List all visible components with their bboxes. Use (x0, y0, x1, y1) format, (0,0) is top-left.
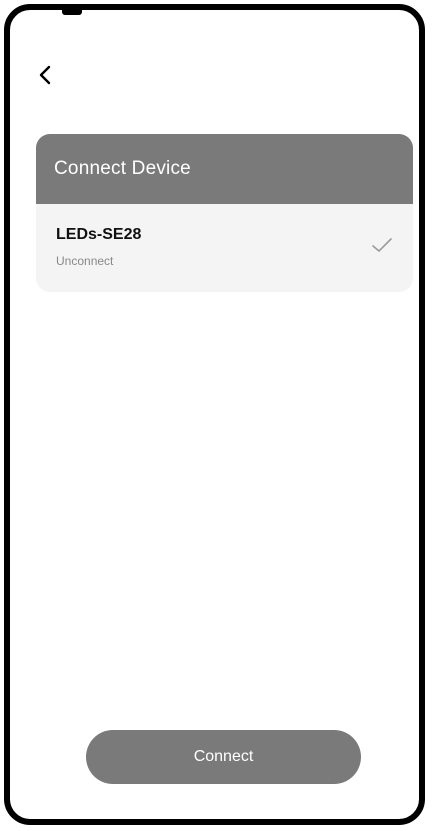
card-header: Connect Device (36, 134, 413, 204)
back-button[interactable] (32, 62, 58, 88)
connect-button[interactable]: Connect (86, 730, 361, 784)
connect-device-card: Connect Device LEDs-SE28 Unconnect (36, 134, 413, 292)
phone-frame: Connect Device LEDs-SE28 Unconnect Conne… (4, 4, 425, 825)
notch-mark (62, 10, 82, 15)
device-list-item[interactable]: LEDs-SE28 Unconnect (36, 204, 413, 292)
device-name: LEDs-SE28 (56, 226, 142, 243)
checkmark-icon (372, 238, 392, 252)
card-title: Connect Device (54, 158, 191, 179)
chevron-left-icon (39, 65, 51, 85)
connect-button-label: Connect (193, 748, 254, 765)
device-status: Unconnect (56, 254, 114, 268)
